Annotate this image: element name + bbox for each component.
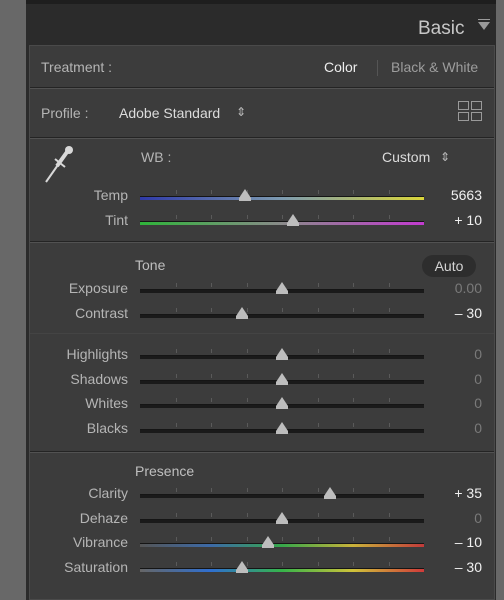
dehaze-slider-thumb[interactable] [276, 511, 288, 524]
clarity-label: Clarity [88, 485, 128, 501]
treatment-label: Treatment : [41, 59, 113, 75]
treatment-divider [377, 60, 378, 76]
contrast-label: Contrast [75, 305, 128, 321]
exposure-value[interactable]: 0.00 [422, 280, 482, 296]
treatment-bw-option[interactable]: Black & White [391, 59, 478, 75]
shadows-label: Shadows [70, 370, 128, 387]
blacks-slider-thumb[interactable] [276, 421, 288, 434]
exposure-label: Exposure [68, 280, 128, 296]
presence-section-label: Presence [135, 463, 195, 479]
dehaze-value[interactable]: 0 [422, 510, 482, 526]
tint-slider-thumb[interactable] [287, 214, 300, 226]
tint-slider-ticks [140, 215, 424, 219]
blacks-value[interactable]: 0 [422, 420, 482, 436]
divider [30, 88, 494, 89]
whites-slider-thumb[interactable] [276, 397, 288, 409]
wb-dropdown[interactable]: Custom [382, 149, 430, 165]
basic-panel: Basic Treatment : Color Black & White Pr… [26, 0, 496, 600]
temp-label: Temp [93, 187, 128, 203]
divider [30, 138, 494, 139]
tone-auto-button[interactable]: Auto [422, 255, 476, 277]
top-divider [26, 0, 496, 4]
tone-section-label: Tone [135, 257, 166, 273]
saturation-slider-thumb[interactable] [236, 560, 249, 573]
temp-slider-ticks [140, 190, 424, 194]
contrast-value[interactable]: – 30 [422, 305, 482, 321]
saturation-slider-track[interactable] [140, 567, 424, 572]
saturation-value[interactable]: – 30 [422, 559, 482, 575]
vibrance-slider-ticks [140, 537, 424, 541]
blacks-label: Blacks [86, 419, 128, 436]
white-balance-eyedropper-icon[interactable] [42, 144, 76, 184]
whites-label: Whites [85, 395, 128, 411]
wb-dropdown-arrows-icon[interactable]: ⇕ [440, 150, 450, 164]
highlights-value[interactable]: 0 [422, 346, 482, 362]
profile-label: Profile : [41, 105, 89, 121]
vibrance-value[interactable]: – 10 [422, 534, 482, 550]
treatment-color-option[interactable]: Color [324, 59, 357, 75]
highlights-slider-thumb[interactable] [276, 348, 288, 360]
clarity-slider-thumb[interactable] [324, 487, 337, 499]
temp-slider-thumb[interactable] [239, 189, 252, 201]
panel-title[interactable]: Basic [418, 18, 464, 40]
vibrance-slider-track[interactable] [140, 543, 424, 547]
saturation-label: Saturation [64, 558, 128, 575]
exposure-slider-thumb[interactable] [276, 282, 288, 294]
saturation-slider-ticks [140, 561, 424, 566]
basic-panel-body: Treatment : Color Black & White Profile … [29, 45, 495, 600]
clarity-slider-track[interactable] [140, 494, 424, 498]
profile-dropdown-arrows-icon[interactable]: ⇕ [236, 105, 246, 119]
whites-value[interactable]: 0 [422, 395, 482, 411]
highlights-label: Highlights [66, 346, 128, 362]
vibrance-label: Vibrance [72, 534, 128, 550]
contrast-slider-track[interactable] [140, 314, 424, 318]
dehaze-label: Dehaze [79, 509, 128, 526]
shadows-slider-thumb[interactable] [276, 372, 288, 385]
clarity-slider-ticks [140, 488, 424, 492]
contrast-slider-thumb[interactable] [236, 307, 249, 319]
contrast-slider-ticks [140, 308, 424, 312]
tint-value[interactable]: + 10 [422, 212, 482, 228]
temp-value[interactable]: 5663 [422, 187, 482, 203]
profile-browser-grid-icon[interactable] [458, 101, 484, 123]
profile-dropdown[interactable]: Adobe Standard [119, 105, 220, 121]
shadows-value[interactable]: 0 [422, 371, 482, 387]
collapse-triangle-icon[interactable] [478, 19, 490, 30]
clarity-value[interactable]: + 35 [422, 485, 482, 501]
divider [30, 333, 494, 334]
divider [30, 452, 494, 453]
temp-slider-track[interactable] [140, 196, 424, 200]
wb-label: WB : [141, 149, 172, 165]
tint-slider-track[interactable] [140, 221, 424, 225]
tint-label: Tint [105, 212, 128, 228]
divider [30, 242, 494, 243]
vibrance-slider-thumb[interactable] [261, 536, 274, 548]
